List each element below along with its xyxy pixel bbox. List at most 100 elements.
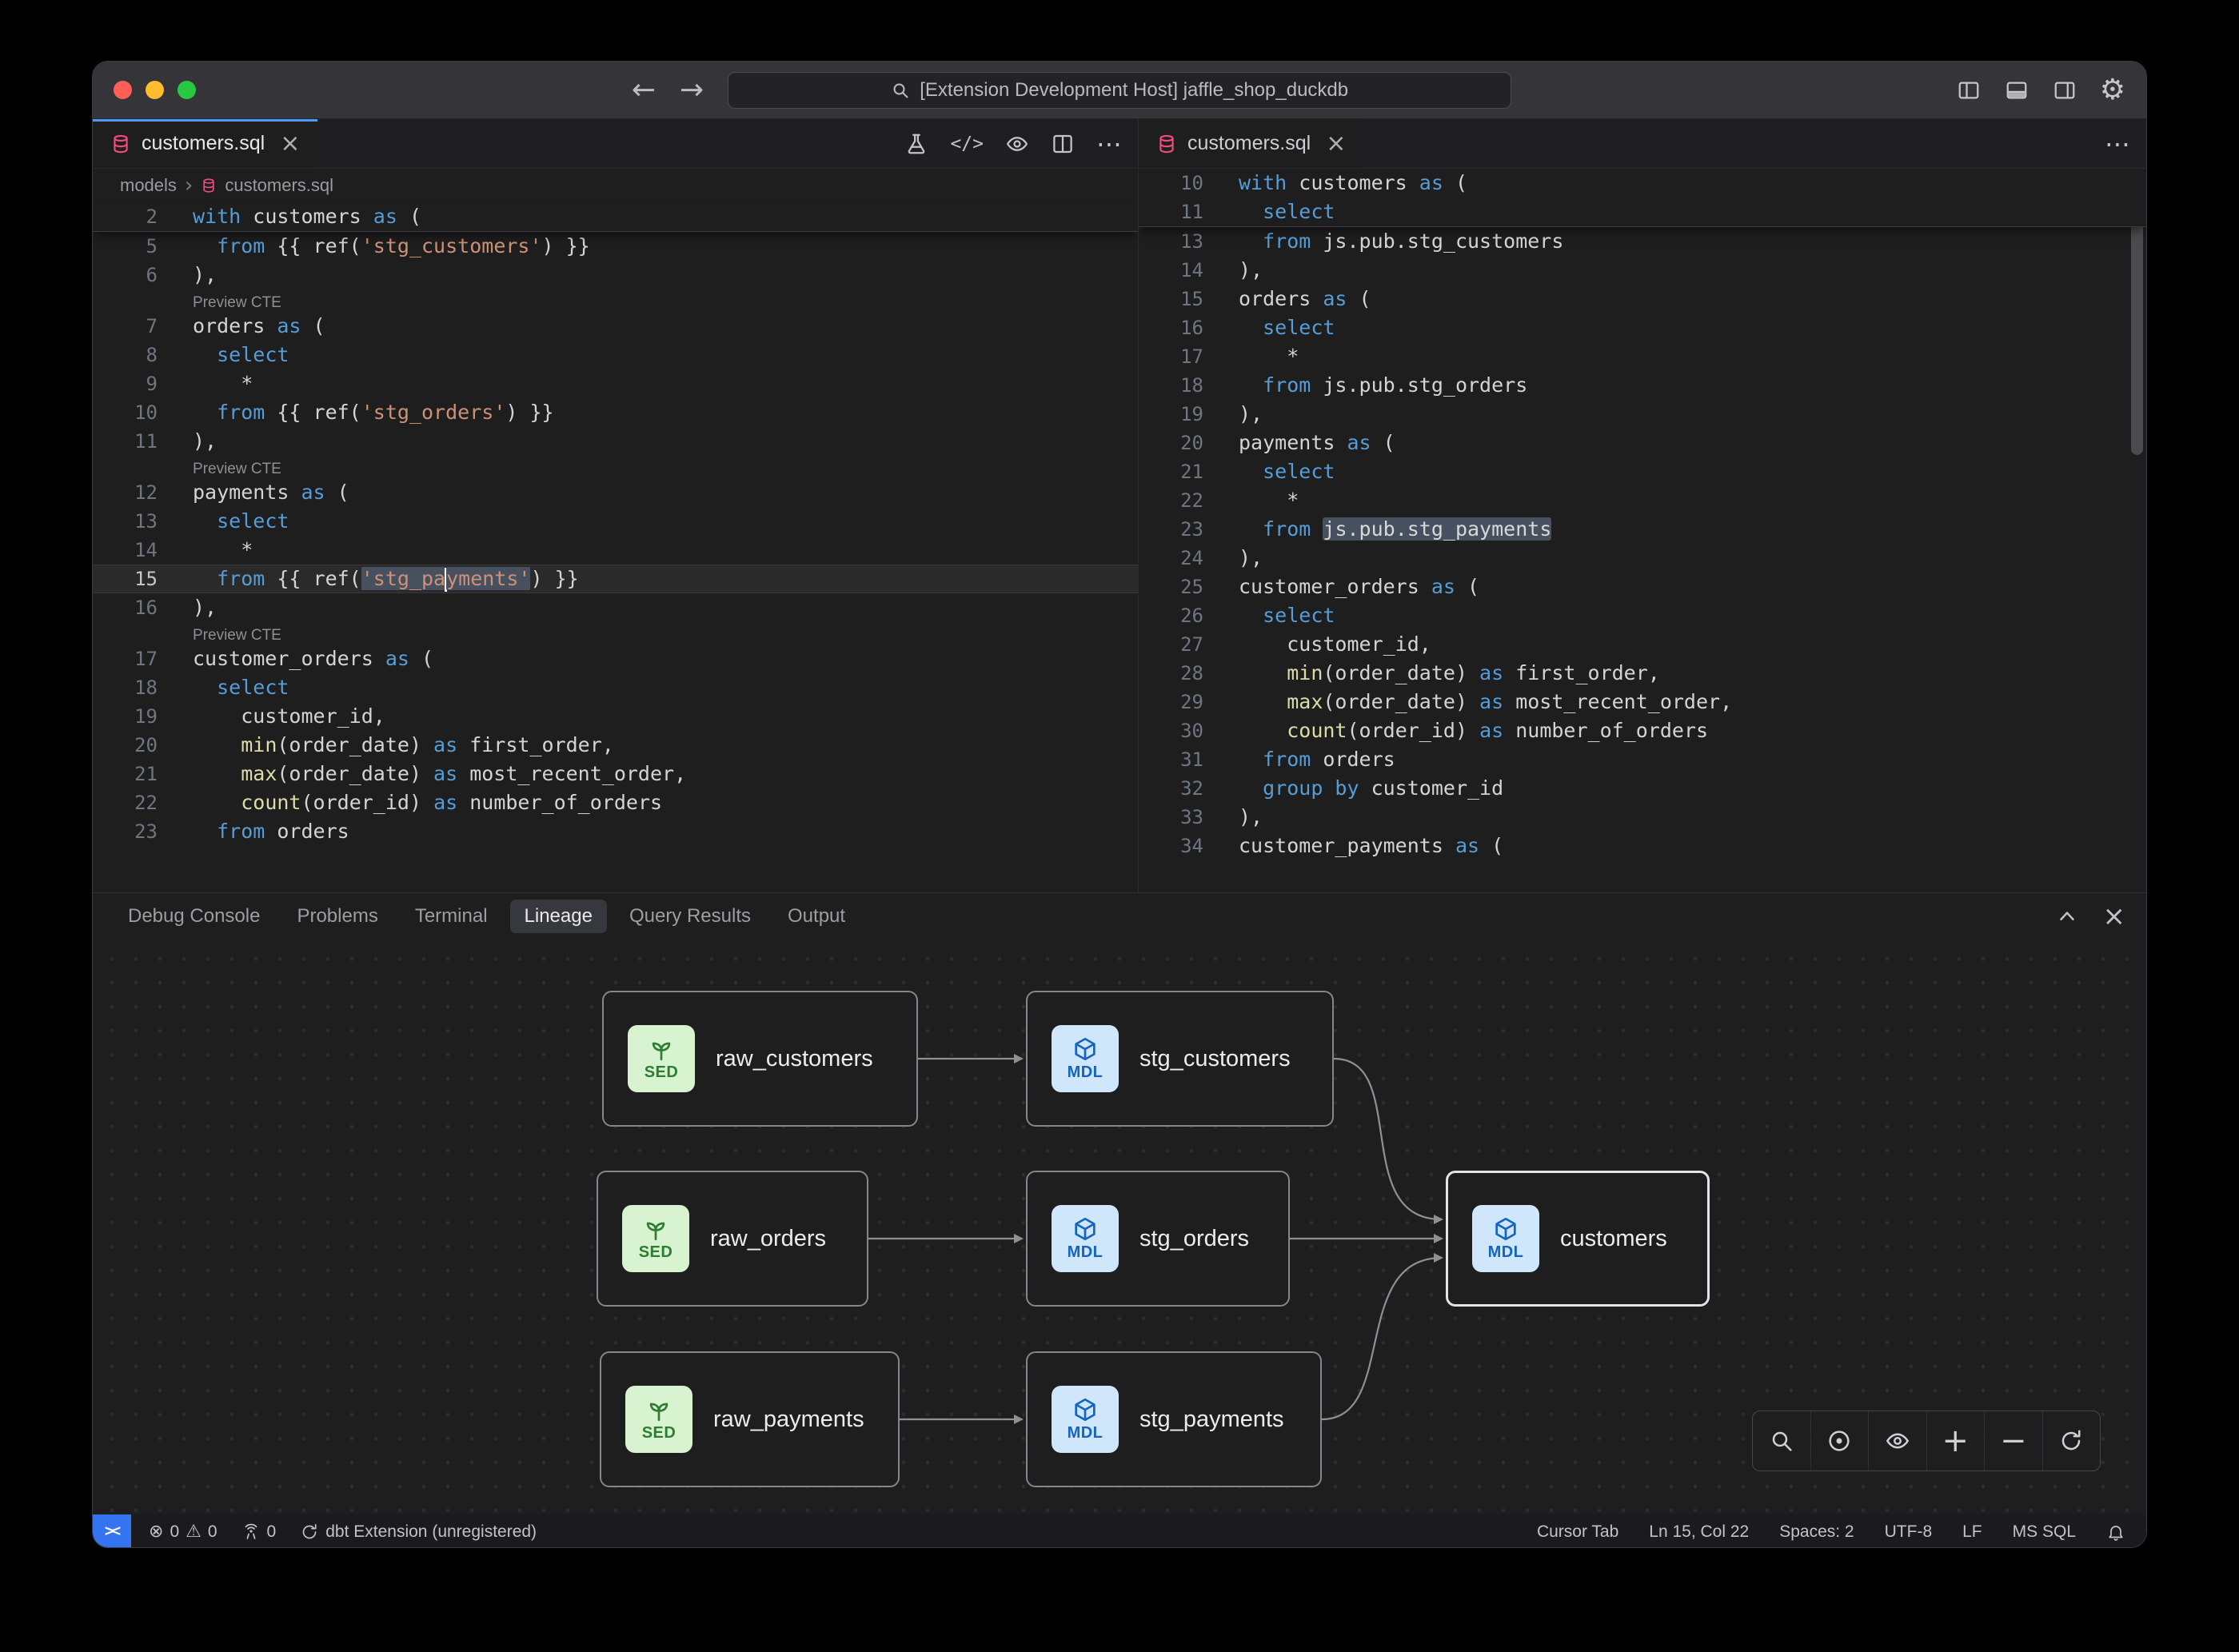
- codelens-row[interactable]: Preview CTE: [93, 456, 1138, 478]
- lineage-node-raw_payments[interactable]: SEDraw_payments: [600, 1351, 900, 1487]
- language-mode-status[interactable]: MS SQL: [2013, 1522, 2076, 1542]
- code-line-16[interactable]: 16 select: [1139, 313, 2146, 342]
- lineage-node-raw_orders[interactable]: SEDraw_orders: [597, 1171, 868, 1307]
- code-line-32[interactable]: 32 group by customer_id: [1139, 774, 2146, 803]
- panel-tab-terminal[interactable]: Terminal: [401, 900, 502, 933]
- remote-indicator[interactable]: ><: [93, 1514, 131, 1548]
- breadcrumb-folder[interactable]: models: [120, 175, 177, 196]
- code-line-26[interactable]: 26 select: [1139, 601, 2146, 630]
- codelens-row[interactable]: Preview CTE: [93, 289, 1138, 312]
- more-actions-icon[interactable]: ⋯: [2105, 131, 2130, 157]
- tab-customers-sql-right[interactable]: customers.sql ×: [1139, 119, 1363, 168]
- compiled-editor[interactable]: 10with customers as (11 select 13 from j…: [1139, 169, 2146, 892]
- lineage-fit-view-button[interactable]: [1810, 1411, 1869, 1470]
- test-beaker-icon[interactable]: [904, 132, 928, 156]
- lineage-refresh-button[interactable]: [2042, 1411, 2101, 1470]
- panel-tab-lineage[interactable]: Lineage: [510, 900, 607, 933]
- toggle-panel-icon[interactable]: [2004, 78, 2029, 102]
- panel-tab-problems[interactable]: Problems: [282, 900, 392, 933]
- tab-customers-sql-left[interactable]: customers.sql ×: [93, 119, 317, 168]
- code-line-14[interactable]: 14 *: [93, 536, 1138, 565]
- code-line-7[interactable]: 7orders as (: [93, 312, 1138, 341]
- code-line-30[interactable]: 30 count(order_id) as number_of_orders: [1139, 716, 2146, 745]
- close-tab-icon[interactable]: ×: [280, 132, 300, 156]
- code-line-19[interactable]: 19 customer_id,: [93, 702, 1138, 731]
- code-line-15[interactable]: 15 from {{ ref('stg_payments') }}: [93, 565, 1138, 593]
- code-line-18[interactable]: 18 from js.pub.stg_orders: [1139, 371, 2146, 400]
- codelens-row[interactable]: Preview CTE: [93, 622, 1138, 644]
- close-tab-icon[interactable]: ×: [1326, 132, 1346, 156]
- bell-icon[interactable]: [2106, 1522, 2125, 1542]
- maximize-panel-chevron-icon[interactable]: [2055, 904, 2079, 928]
- code-line-6[interactable]: 6),: [93, 261, 1138, 289]
- lineage-graph[interactable]: SEDraw_customersMDLstg_customersSEDraw_o…: [93, 940, 2146, 1514]
- code-line-13[interactable]: 13 select: [93, 507, 1138, 536]
- problems-status[interactable]: ⊗ 0 ⚠ 0: [149, 1522, 218, 1542]
- zoom-window-button[interactable]: [178, 81, 196, 99]
- code-line-23[interactable]: 23 from js.pub.stg_payments: [1139, 515, 2146, 544]
- code-line-21[interactable]: 21 max(order_date) as most_recent_order,: [93, 760, 1138, 788]
- back-icon[interactable]: ←: [632, 76, 656, 105]
- code-line-22[interactable]: 22 count(order_id) as number_of_orders: [93, 788, 1138, 817]
- code-line-34[interactable]: 34customer_payments as (: [1139, 832, 2146, 860]
- close-panel-icon[interactable]: ×: [2103, 903, 2126, 930]
- code-line-16[interactable]: 16),: [93, 593, 1138, 622]
- panel-tab-output[interactable]: Output: [773, 900, 860, 933]
- code-line-29[interactable]: 29 max(order_date) as most_recent_order,: [1139, 688, 2146, 716]
- code-line-14[interactable]: 14),: [1139, 256, 2146, 285]
- lineage-node-customers[interactable]: MDLcustomers: [1446, 1171, 1710, 1307]
- code-line-8[interactable]: 8 select: [93, 341, 1138, 369]
- lineage-node-stg_payments[interactable]: MDLstg_payments: [1026, 1351, 1322, 1487]
- code-line-24[interactable]: 24),: [1139, 544, 2146, 573]
- code-line-20[interactable]: 20payments as (: [1139, 429, 2146, 457]
- codelens-link[interactable]: Preview CTE: [193, 627, 281, 644]
- toggle-sidebar-icon[interactable]: [1956, 78, 1982, 102]
- lineage-node-raw_customers[interactable]: SEDraw_customers: [602, 991, 918, 1127]
- lineage-visibility-button[interactable]: [1868, 1411, 1926, 1470]
- codelens-link[interactable]: Preview CTE: [193, 461, 281, 477]
- close-window-button[interactable]: [114, 81, 132, 99]
- code-line-31[interactable]: 31 from orders: [1139, 745, 2146, 774]
- minimize-window-button[interactable]: [146, 81, 164, 99]
- breadcrumb-file[interactable]: customers.sql: [225, 175, 333, 196]
- split-editor-icon[interactable]: [1051, 132, 1075, 156]
- settings-gear-icon[interactable]: ⚙: [2100, 76, 2125, 105]
- code-line-18[interactable]: 18 select: [93, 673, 1138, 702]
- code-line-9[interactable]: 9 *: [93, 369, 1138, 398]
- code-line-11[interactable]: 11 select: [1139, 198, 2146, 226]
- code-line-19[interactable]: 19),: [1139, 400, 2146, 429]
- breadcrumb[interactable]: models › customers.sql: [93, 169, 1138, 202]
- lineage-zoom-out-button[interactable]: −: [1984, 1411, 2042, 1470]
- cursor-position-status[interactable]: Ln 15, Col 22: [1649, 1522, 1749, 1542]
- code-line-17[interactable]: 17customer_orders as (: [93, 644, 1138, 673]
- code-line-28[interactable]: 28 min(order_date) as first_order,: [1139, 659, 2146, 688]
- indentation-status[interactable]: Spaces: 2: [1779, 1522, 1854, 1542]
- panel-tab-debug-console[interactable]: Debug Console: [114, 900, 274, 933]
- source-editor[interactable]: models › customers.sql 2with customers a…: [93, 169, 1139, 892]
- lineage-node-stg_orders[interactable]: MDLstg_orders: [1026, 1171, 1290, 1307]
- code-line-10[interactable]: 10with customers as (: [1139, 169, 2146, 198]
- toggle-secondary-sidebar-icon[interactable]: [2052, 78, 2077, 102]
- code-line-25[interactable]: 25customer_orders as (: [1139, 573, 2146, 601]
- encoding-status[interactable]: UTF-8: [1885, 1522, 1933, 1542]
- command-center-search[interactable]: [Extension Development Host] jaffle_shop…: [728, 72, 1511, 109]
- lineage-zoom-in-button[interactable]: +: [1926, 1411, 1985, 1470]
- code-line-13[interactable]: 13 from js.pub.stg_customers: [1139, 227, 2146, 256]
- code-line-12[interactable]: 12payments as (: [93, 478, 1138, 507]
- compiled-code-icon[interactable]: </>: [950, 134, 984, 154]
- code-line-20[interactable]: 20 min(order_date) as first_order,: [93, 731, 1138, 760]
- code-line-33[interactable]: 33),: [1139, 803, 2146, 832]
- code-line-17[interactable]: 17 *: [1139, 342, 2146, 371]
- cursor-tab-status[interactable]: Cursor Tab: [1537, 1522, 1618, 1542]
- more-actions-icon[interactable]: ⋯: [1096, 131, 1122, 157]
- lineage-search-button[interactable]: [1753, 1411, 1810, 1470]
- code-line-23[interactable]: 23 from orders: [93, 817, 1138, 846]
- code-line-22[interactable]: 22 *: [1139, 486, 2146, 515]
- forward-icon[interactable]: →: [680, 76, 704, 105]
- code-line-5[interactable]: 5 from {{ ref('stg_customers') }}: [93, 232, 1138, 261]
- codelens-link[interactable]: Preview CTE: [193, 294, 281, 311]
- preview-eye-icon[interactable]: [1005, 132, 1029, 156]
- code-line-15[interactable]: 15orders as (: [1139, 285, 2146, 313]
- eol-status[interactable]: LF: [1962, 1522, 1982, 1542]
- panel-tab-query-results[interactable]: Query Results: [615, 900, 765, 933]
